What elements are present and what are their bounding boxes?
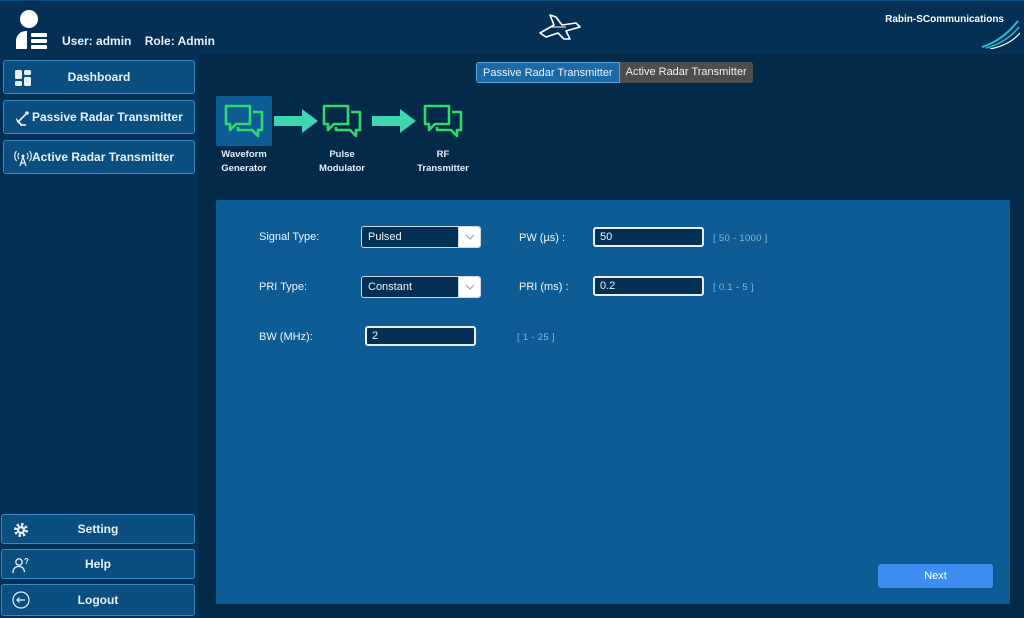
tab-active-radar[interactable]: Active Radar Transmitter — [619, 62, 753, 83]
step-icon-container — [216, 96, 272, 146]
logout-icon — [12, 591, 30, 609]
mode-toggle: Passive Radar Transmitter Active Radar T… — [476, 62, 753, 83]
signal-type-label: Signal Type: — [259, 231, 320, 243]
sidebar-item-help[interactable]: ? Help — [1, 549, 195, 579]
sidebar-item-label: Logout — [77, 593, 119, 607]
bw-label: BW (MHz): — [259, 331, 313, 343]
brand-logo-icon — [981, 20, 1020, 49]
chat-bubbles-icon — [224, 104, 264, 138]
step-label: Waveform — [221, 149, 267, 160]
step-pulse-modulator[interactable]: Pulse Modulator — [314, 96, 370, 176]
sidebar-item-label: Active Radar Transmitter — [32, 150, 175, 164]
svg-text:?: ? — [24, 557, 29, 566]
pw-input[interactable] — [593, 227, 704, 247]
gear-icon — [14, 523, 28, 537]
pri-input[interactable] — [593, 276, 704, 296]
antenna-icon — [14, 150, 32, 167]
chevron-down-icon — [458, 227, 480, 247]
pw-label: PW (µs) : — [519, 232, 566, 244]
step-rf-transmitter[interactable]: RF Transmitter — [408, 96, 478, 176]
sidebar-item-active-radar[interactable]: Active Radar Transmitter — [3, 140, 195, 174]
pri-range: [ 0.1 - 5 ] — [713, 282, 754, 293]
step-label: Modulator — [319, 163, 365, 174]
sidebar-item-label: Help — [84, 557, 111, 571]
chevron-down-icon — [458, 277, 480, 297]
user-name: User: admin — [62, 34, 132, 48]
sidebar-item-label: Dashboard — [67, 70, 131, 84]
sidebar-item-passive-radar[interactable]: Passive Radar Transmitter — [3, 100, 195, 134]
chat-bubbles-icon — [423, 104, 463, 138]
tab-passive-radar[interactable]: Passive Radar Transmitter — [476, 62, 620, 83]
flow-arrow-icon — [274, 109, 318, 133]
sidebar-item-dashboard[interactable]: Dashboard — [3, 60, 195, 94]
sidebar-item-label: Setting — [77, 522, 119, 536]
pri-type-select[interactable]: Constant — [361, 276, 481, 298]
pri-type-value: Constant — [368, 281, 413, 293]
user-info: User: admin Role: Admin — [62, 34, 225, 48]
bw-input[interactable] — [365, 326, 476, 346]
signal-type-value: Pulsed — [368, 231, 402, 243]
step-icon-container — [314, 96, 370, 146]
fighter-jet-icon — [539, 14, 581, 40]
chat-bubbles-icon — [322, 104, 362, 138]
user-role: Role: Admin — [144, 34, 215, 48]
sidebar-item-setting[interactable]: Setting — [1, 514, 195, 544]
app-header: User: admin Role: Admin Rabin-SCommunica… — [0, 0, 1024, 54]
step-waveform-generator[interactable]: Waveform Generator — [216, 96, 272, 176]
pw-range: [ 50 - 1000 ] — [713, 233, 768, 244]
pri-type-label: PRI Type: — [259, 281, 308, 293]
step-icon-container — [415, 96, 471, 146]
signal-type-select[interactable]: Pulsed — [361, 226, 481, 248]
next-button[interactable]: Next — [878, 564, 993, 588]
step-label: Pulse — [329, 149, 355, 160]
sidebar: Dashboard Passive Radar Transmitter Acti… — [0, 54, 199, 618]
bw-range: [ 1 - 25 ] — [517, 332, 555, 343]
sidebar-item-label: Passive Radar Transmitter — [32, 110, 183, 124]
user-question-icon: ? — [12, 557, 29, 574]
dashboard-icon — [15, 70, 31, 86]
satellite-dish-icon — [16, 111, 29, 126]
sidebar-item-logout[interactable]: Logout — [1, 584, 195, 616]
step-label: RF — [436, 149, 450, 160]
waveform-settings-panel — [216, 200, 1010, 604]
pri-label: PRI (ms) : — [519, 281, 569, 293]
user-avatar-icon[interactable] — [14, 9, 50, 49]
step-label: Generator — [221, 163, 267, 174]
step-label: Transmitter — [417, 163, 469, 174]
